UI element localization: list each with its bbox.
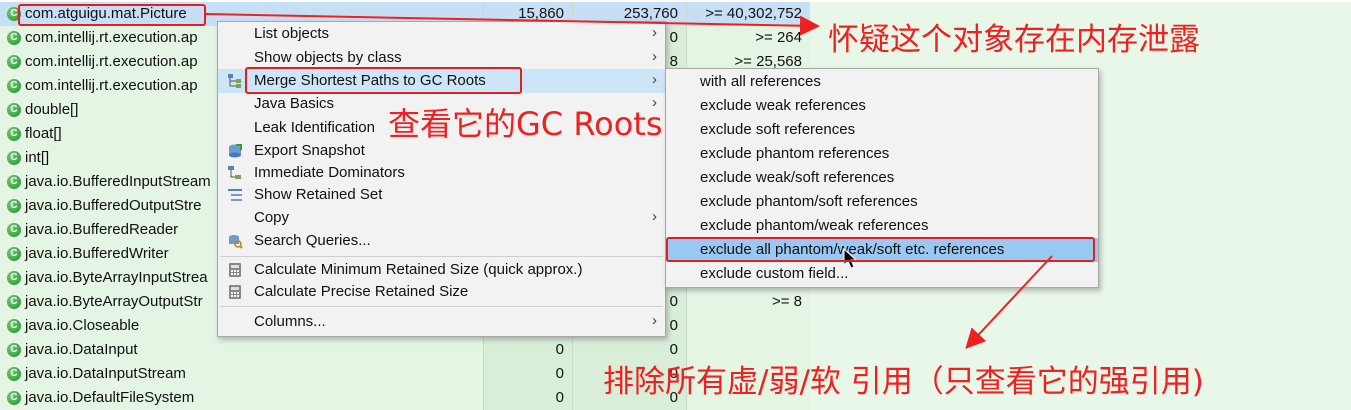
annotation-view-gc-roots: 查看它的GC Roots xyxy=(388,105,663,143)
annotation-exclude-references: 排除所有虚/弱/软 引用（只查看它的强引用) xyxy=(603,364,1204,400)
annotation-arrows xyxy=(205,13,1053,349)
arrow-to-exclude-label xyxy=(965,255,1053,349)
arrow-to-suspect-label xyxy=(205,13,820,36)
annotation-suspect-leak: 怀疑这个对象存在内存泄露 xyxy=(828,22,1200,58)
